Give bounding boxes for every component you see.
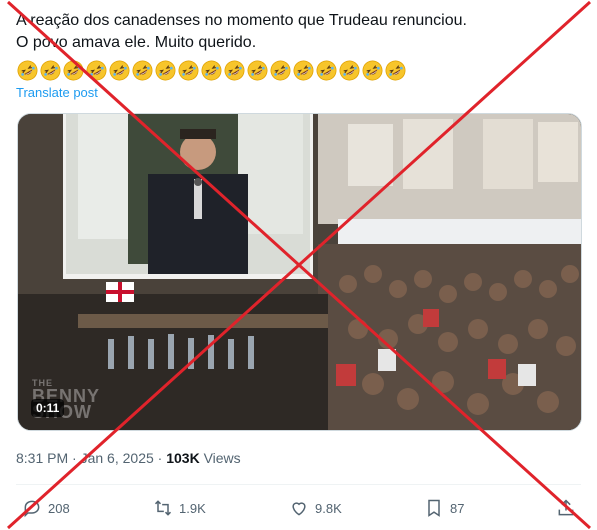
reply-icon (24, 500, 40, 518)
post-date[interactable]: Jan 6, 2025 (81, 450, 154, 466)
rolling-on-floor-laughing-emoji (63, 60, 84, 81)
heart-icon (292, 502, 306, 516)
divider (16, 484, 581, 485)
rolling-on-floor-laughing-emoji (339, 60, 360, 81)
video-frame (18, 114, 581, 430)
rolling-on-floor-laughing-emoji (316, 60, 337, 81)
meta-separator-1: · (72, 450, 77, 466)
reply-button[interactable]: 208 (22, 496, 70, 520)
rolling-on-floor-laughing-emoji (155, 60, 176, 81)
repost-button[interactable]: 1.9K (153, 496, 206, 520)
post-text: A reação dos canadenses no momento que T… (16, 10, 586, 54)
repost-count: 1.9K (179, 500, 206, 516)
post-text-line-2: O povo amava ele. Muito querido. (16, 34, 257, 51)
post-metadata: 8:31 PM · Jan 6, 2025 · 103K Views (16, 450, 241, 466)
rolling-on-floor-laughing-emoji (201, 60, 222, 81)
rolling-on-floor-laughing-emoji (270, 60, 291, 81)
post-time[interactable]: 8:31 PM (16, 450, 68, 466)
rolling-on-floor-laughing-emoji (293, 60, 314, 81)
post-text-line-1: A reação dos canadenses no momento que T… (16, 12, 467, 29)
video-player[interactable]: THE BENNY SHOW 0:11 (17, 113, 582, 431)
rolling-on-floor-laughing-emoji (362, 60, 383, 81)
rolling-on-floor-laughing-emoji (109, 60, 130, 81)
rolling-on-floor-laughing-emoji (224, 60, 245, 81)
rolling-on-floor-laughing-emoji (247, 60, 268, 81)
emoji-row (16, 59, 407, 83)
rolling-on-floor-laughing-emoji (385, 60, 406, 81)
like-button[interactable]: 9.8K (289, 496, 342, 520)
like-count: 9.8K (315, 500, 342, 516)
reply-count: 208 (48, 500, 70, 516)
rolling-on-floor-laughing-emoji (17, 60, 38, 81)
rolling-on-floor-laughing-emoji (86, 60, 107, 81)
share-icon (558, 499, 574, 516)
share-button[interactable] (556, 496, 576, 520)
views-label: Views (203, 450, 241, 466)
video-duration: 0:11 (31, 399, 65, 417)
bookmark-icon (428, 499, 440, 517)
rolling-on-floor-laughing-emoji (40, 60, 61, 81)
rolling-on-floor-laughing-emoji (132, 60, 153, 81)
translate-post-link[interactable]: Translate post (16, 85, 98, 100)
bookmark-count: 87 (450, 500, 465, 516)
repost-icon (154, 500, 172, 516)
rolling-on-floor-laughing-emoji (178, 60, 199, 81)
action-bar: 208 1.9K 9.8K 87 (0, 496, 597, 522)
meta-separator-2: · (157, 450, 163, 466)
views-count: 103K (166, 450, 200, 466)
bookmark-button[interactable]: 87 (424, 496, 464, 520)
